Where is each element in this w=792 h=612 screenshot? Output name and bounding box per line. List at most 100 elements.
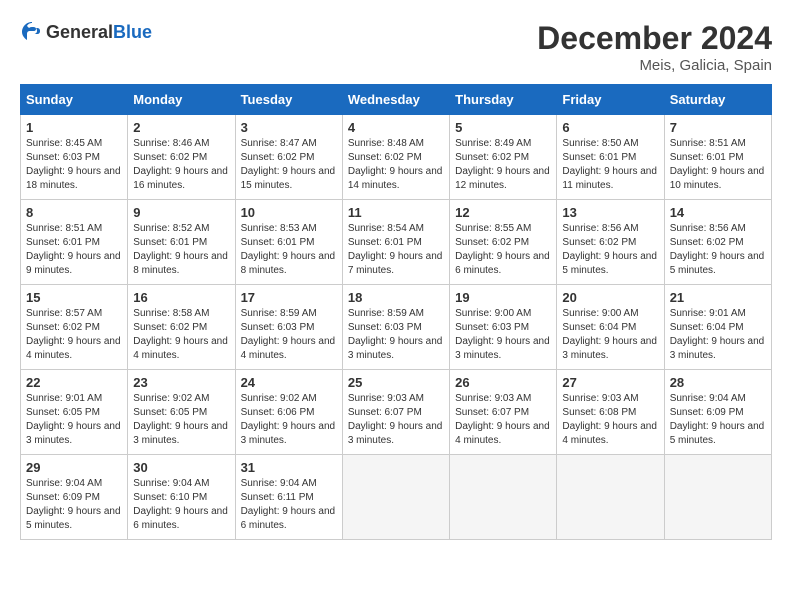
calendar-day-cell: 26 Sunrise: 9:03 AMSunset: 6:07 PMDayligh… [450,370,557,455]
day-info: Sunrise: 8:56 AMSunset: 6:02 PMDaylight:… [562,223,657,276]
day-info: Sunrise: 8:47 AMSunset: 6:02 PMDaylight:… [241,138,336,191]
day-info: Sunrise: 9:04 AMSunset: 6:09 PMDaylight:… [26,478,121,531]
day-info: Sunrise: 8:49 AMSunset: 6:02 PMDaylight:… [455,138,550,191]
day-info: Sunrise: 8:48 AMSunset: 6:02 PMDaylight:… [348,138,443,191]
day-number: 16 [133,290,229,305]
day-number: 1 [26,120,122,135]
day-info: Sunrise: 8:58 AMSunset: 6:02 PMDaylight:… [133,308,228,361]
day-number: 29 [26,460,122,475]
day-number: 7 [670,120,766,135]
day-number: 6 [562,120,658,135]
day-info: Sunrise: 8:52 AMSunset: 6:01 PMDaylight:… [133,223,228,276]
day-number: 26 [455,375,551,390]
day-info: Sunrise: 9:03 AMSunset: 6:07 PMDaylight:… [455,393,550,446]
day-number: 19 [455,290,551,305]
day-number: 3 [241,120,337,135]
calendar-day-cell: 2 Sunrise: 8:46 AMSunset: 6:02 PMDaylight… [128,115,235,200]
day-info: Sunrise: 8:45 AMSunset: 6:03 PMDaylight:… [26,138,121,191]
calendar-day-cell: 7 Sunrise: 8:51 AMSunset: 6:01 PMDaylight… [664,115,771,200]
day-info: Sunrise: 9:04 AMSunset: 6:10 PMDaylight:… [133,478,228,531]
calendar-day-cell: 12 Sunrise: 8:55 AMSunset: 6:02 PMDayligh… [450,200,557,285]
day-number: 11 [348,205,444,220]
day-number: 28 [670,375,766,390]
day-info: Sunrise: 8:53 AMSunset: 6:01 PMDaylight:… [241,223,336,276]
calendar-day-header: Saturday [664,85,771,115]
calendar-day-cell: 8 Sunrise: 8:51 AMSunset: 6:01 PMDaylight… [21,200,128,285]
day-number: 4 [348,120,444,135]
day-number: 27 [562,375,658,390]
day-info: Sunrise: 9:04 AMSunset: 6:09 PMDaylight:… [670,393,765,446]
day-info: Sunrise: 8:54 AMSunset: 6:01 PMDaylight:… [348,223,443,276]
day-number: 5 [455,120,551,135]
day-info: Sunrise: 8:55 AMSunset: 6:02 PMDaylight:… [455,223,550,276]
calendar-day-header: Friday [557,85,664,115]
day-info: Sunrise: 9:01 AMSunset: 6:05 PMDaylight:… [26,393,121,446]
calendar-day-cell: 4 Sunrise: 8:48 AMSunset: 6:02 PMDaylight… [342,115,449,200]
day-info: Sunrise: 8:46 AMSunset: 6:02 PMDaylight:… [133,138,228,191]
day-number: 8 [26,205,122,220]
day-info: Sunrise: 9:02 AMSunset: 6:06 PMDaylight:… [241,393,336,446]
calendar-week-row: 22 Sunrise: 9:01 AMSunset: 6:05 PMDayligh… [21,370,772,455]
calendar-week-row: 8 Sunrise: 8:51 AMSunset: 6:01 PMDaylight… [21,200,772,285]
day-number: 12 [455,205,551,220]
calendar-table: SundayMondayTuesdayWednesdayThursdayFrid… [20,84,772,540]
calendar-day-cell: 29 Sunrise: 9:04 AMSunset: 6:09 PMDayligh… [21,455,128,540]
calendar-day-cell [664,455,771,540]
day-info: Sunrise: 9:01 AMSunset: 6:04 PMDaylight:… [670,308,765,361]
calendar-header-row: SundayMondayTuesdayWednesdayThursdayFrid… [21,85,772,115]
calendar-day-cell: 17 Sunrise: 8:59 AMSunset: 6:03 PMDayligh… [235,285,342,370]
day-number: 9 [133,205,229,220]
calendar-day-cell: 19Sunrise: 9:00 AMSunset: 6:03 PMDayligh… [450,285,557,370]
day-info: Sunrise: 8:59 AMSunset: 6:03 PMDaylight:… [241,308,336,361]
calendar-day-cell: 9 Sunrise: 8:52 AMSunset: 6:01 PMDaylight… [128,200,235,285]
day-number: 13 [562,205,658,220]
calendar-day-cell: 16 Sunrise: 8:58 AMSunset: 6:02 PMDayligh… [128,285,235,370]
calendar-day-header: Wednesday [342,85,449,115]
calendar-day-cell: 22 Sunrise: 9:01 AMSunset: 6:05 PMDayligh… [21,370,128,455]
calendar-day-cell: 25 Sunrise: 9:03 AMSunset: 6:07 PMDayligh… [342,370,449,455]
day-info: Sunrise: 9:04 AMSunset: 6:11 PMDaylight:… [241,478,336,531]
logo-blue: Blue [113,22,152,42]
day-number: 15 [26,290,122,305]
day-number: 10 [241,205,337,220]
day-number: 18 [348,290,444,305]
day-info: Sunrise: 8:51 AMSunset: 6:01 PMDaylight:… [670,138,765,191]
day-number: 17 [241,290,337,305]
page-header: GeneralBlue December 2024 Meis, Galicia,… [20,20,772,74]
day-number: 21 [670,290,766,305]
calendar-day-cell: 18 Sunrise: 8:59 AMSunset: 6:03 PMDayligh… [342,285,449,370]
calendar-day-header: Thursday [450,85,557,115]
calendar-day-cell: 10 Sunrise: 8:53 AMSunset: 6:01 PMDayligh… [235,200,342,285]
day-info: Sunrise: 8:57 AMSunset: 6:02 PMDaylight:… [26,308,121,361]
day-info: Sunrise: 9:02 AMSunset: 6:05 PMDaylight:… [133,393,228,446]
calendar-day-cell: 28 Sunrise: 9:04 AMSunset: 6:09 PMDayligh… [664,370,771,455]
day-number: 22 [26,375,122,390]
day-info: Sunrise: 8:51 AMSunset: 6:01 PMDaylight:… [26,223,121,276]
calendar-day-cell: 11 Sunrise: 8:54 AMSunset: 6:01 PMDayligh… [342,200,449,285]
logo-text: GeneralBlue [46,22,152,43]
calendar-day-cell [450,455,557,540]
location-title: Meis, Galicia, Spain [537,57,772,74]
day-number: 24 [241,375,337,390]
calendar-day-header: Tuesday [235,85,342,115]
month-title: December 2024 [537,20,772,57]
day-info: Sunrise: 9:00 AMSunset: 6:04 PMDaylight:… [562,308,657,361]
calendar-day-cell: 21 Sunrise: 9:01 AMSunset: 6:04 PMDayligh… [664,285,771,370]
logo-general: General [46,22,113,42]
calendar-week-row: 29 Sunrise: 9:04 AMSunset: 6:09 PMDayligh… [21,455,772,540]
day-number: 2 [133,120,229,135]
calendar-body: 1 Sunrise: 8:45 AMSunset: 6:03 PMDaylight… [21,115,772,540]
day-number: 25 [348,375,444,390]
calendar-day-cell: 20Sunrise: 9:00 AMSunset: 6:04 PMDayligh… [557,285,664,370]
calendar-day-cell: 31Sunrise: 9:04 AMSunset: 6:11 PMDayligh… [235,455,342,540]
calendar-day-cell [557,455,664,540]
calendar-day-header: Monday [128,85,235,115]
calendar-day-cell: 14Sunrise: 8:56 AMSunset: 6:02 PMDayligh… [664,200,771,285]
day-number: 30 [133,460,229,475]
calendar-day-cell: 30 Sunrise: 9:04 AMSunset: 6:10 PMDayligh… [128,455,235,540]
calendar-day-cell: 5 Sunrise: 8:49 AMSunset: 6:02 PMDaylight… [450,115,557,200]
calendar-day-cell: 3 Sunrise: 8:47 AMSunset: 6:02 PMDaylight… [235,115,342,200]
day-info: Sunrise: 9:03 AMSunset: 6:07 PMDaylight:… [348,393,443,446]
calendar-day-cell: 15 Sunrise: 8:57 AMSunset: 6:02 PMDayligh… [21,285,128,370]
day-info: Sunrise: 8:59 AMSunset: 6:03 PMDaylight:… [348,308,443,361]
